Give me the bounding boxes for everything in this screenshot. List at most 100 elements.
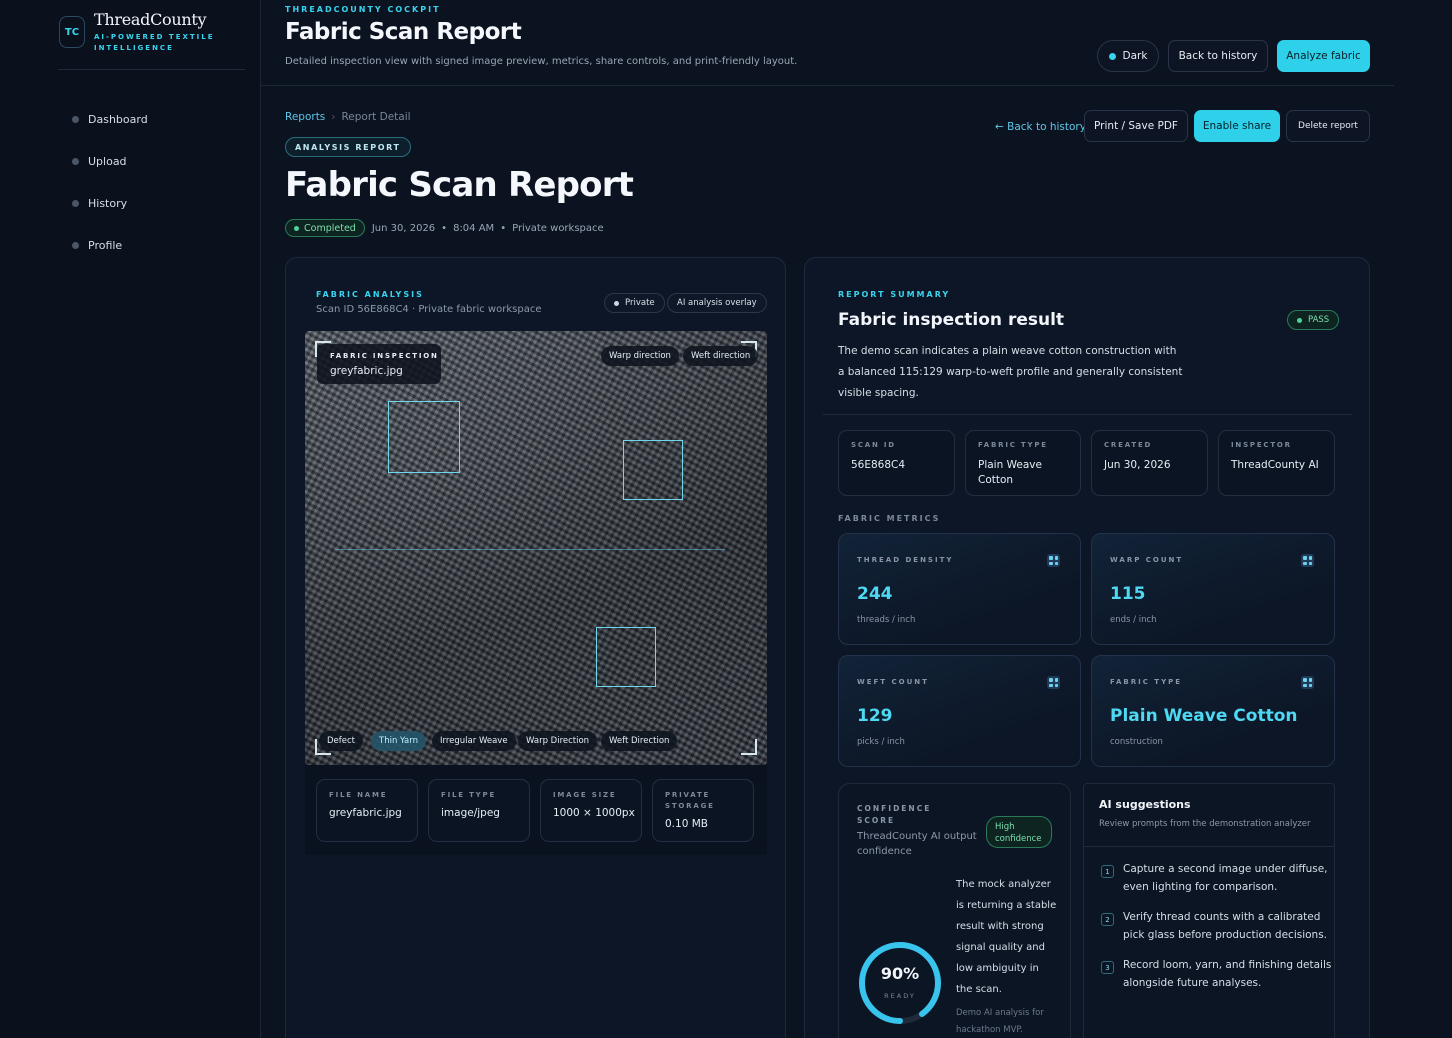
legend-irregular-weave[interactable]: Irregular Weave (432, 731, 516, 751)
grid-icon (1047, 554, 1060, 567)
file-info-key: PRIVATE STORAGE (665, 791, 715, 810)
grid-icon (1047, 676, 1060, 689)
legend-weft-direction[interactable]: Weft Direction (601, 731, 678, 751)
chip-label: Private (625, 298, 655, 308)
confidence-text-line: low ambiguity in (956, 963, 1039, 974)
divider (1084, 846, 1334, 847)
summary-value: Jun 30, 2026 (1104, 459, 1171, 471)
high-confidence-badge: High confidence (986, 816, 1052, 848)
step-number: 2 (1101, 913, 1114, 926)
sidebar-item-upload[interactable]: Upload (72, 140, 148, 182)
badge-line: confidence (995, 834, 1042, 844)
report-summary-label: REPORT SUMMARY (838, 290, 951, 299)
confidence-text-line: result with strong (956, 921, 1044, 932)
thin-yarn-box[interactable] (623, 440, 683, 500)
confidence-ready: READY (884, 992, 916, 1000)
confidence-sub: ThreadCounty AI output confidence (857, 829, 977, 859)
scan-id-line: Scan ID 56E868C4 · Private fabric worksp… (316, 304, 542, 315)
suggestion-line: even lighting for comparison. (1123, 881, 1278, 893)
theme-toggle-button[interactable]: Dark (1097, 40, 1159, 72)
back-to-history-button[interactable]: Back to history (1168, 40, 1268, 72)
ring-progress (859, 942, 941, 1024)
legend-thin-yarn[interactable]: Thin Yarn (371, 731, 426, 751)
legend-warp-direction[interactable]: Warp Direction (518, 731, 598, 751)
sidebar-item-history[interactable]: History (72, 182, 148, 224)
metric-unit: construction (1110, 737, 1163, 747)
report-meta: Completed Jun 30, 2026 • 8:04 AM • Private… (285, 219, 604, 237)
delete-report-button[interactable]: Delete report (1286, 110, 1370, 142)
brand[interactable]: TC ThreadCounty AI-POWERED TEXTILE INTEL… (58, 8, 245, 70)
status-label: Completed (304, 222, 356, 234)
summary-key: SCAN ID (851, 441, 896, 449)
summary-desc-line: visible spacing. (838, 387, 919, 399)
inspection-label: FABRIC INSPECTION (330, 352, 439, 360)
bullet: • (500, 222, 507, 234)
legend-defect[interactable]: Defect (319, 731, 364, 751)
weft-direction-line (335, 549, 725, 550)
confidence-note: Demo AI analysis for hackathon MVP. (956, 1005, 1044, 1038)
summary-key: CREATED (1104, 441, 1153, 449)
ai-overlay-chip[interactable]: AI analysis overlay (667, 293, 767, 313)
sidebar-item-profile[interactable]: Profile (72, 224, 148, 266)
divider (823, 414, 1352, 415)
weft-direction-tag: Weft direction (683, 346, 759, 366)
breadcrumb: Reports › Report Detail (285, 111, 411, 123)
confidence-note-line: hackathon MVP. (956, 1025, 1023, 1035)
metric-thread-density: THREAD DENSITY 244 threads / inch (838, 533, 1081, 645)
sidebar-item-dashboard[interactable]: Dashboard (72, 98, 148, 140)
summary-value: ThreadCounty AI (1231, 459, 1319, 471)
metric-key: WARP COUNT (1110, 556, 1184, 564)
brand-tagline: AI-POWERED TEXTILE INTELLIGENCE (94, 33, 215, 52)
dot-icon (614, 300, 619, 306)
fabric-image[interactable]: FABRIC INSPECTION greyfabric.jpg Warp di… (305, 331, 767, 765)
report-time: 8:04 AM (453, 222, 495, 234)
page-title: Fabric Scan Report (285, 165, 634, 205)
suggestions-sub: Review prompts from the demonstration an… (1099, 819, 1311, 829)
fabric-shade (305, 331, 767, 765)
header-subtitle: Detailed inspection view with signed ima… (285, 56, 798, 67)
dot-icon (72, 157, 79, 165)
confidence-ring (859, 942, 941, 1024)
summary-title: Fabric inspection result (838, 310, 1065, 330)
file-info-key: IMAGE SIZE (553, 791, 617, 799)
metric-value: 115 (1110, 584, 1146, 604)
summary-value: Plain Weave Cotton (978, 459, 1042, 486)
file-info-value: 0.10 MB (665, 818, 708, 830)
fabric-metrics-label: FABRIC METRICS (838, 514, 941, 523)
confidence-label-line: CONFIDENCE (857, 804, 932, 813)
sidebar-item-label: Dashboard (88, 112, 148, 126)
confidence-note-line: Demo AI analysis for (956, 1008, 1044, 1018)
defect-box[interactable] (388, 401, 460, 473)
print-save-pdf-button[interactable]: Print / Save PDF (1084, 110, 1188, 142)
file-info-key: FILE TYPE (441, 791, 497, 799)
back-to-history-link[interactable]: ← Back to history (995, 121, 1086, 133)
sidebar: TC ThreadCounty AI-POWERED TEXTILE INTEL… (0, 0, 261, 1038)
suggestion-line: Record loom, yarn, and finishing details (1123, 959, 1332, 971)
file-info-value: greyfabric.jpg (329, 807, 402, 819)
metric-value: 129 (857, 706, 893, 726)
brand-name: ThreadCounty (94, 10, 207, 29)
theme-dot-icon (1108, 52, 1116, 60)
sidebar-nav: Dashboard Upload History Profile (72, 98, 148, 266)
breadcrumb-current: Report Detail (341, 111, 411, 123)
private-chip[interactable]: Private (604, 293, 665, 313)
metric-weft-count: WEFT COUNT 129 picks / inch (838, 655, 1081, 767)
breadcrumb-reports-link[interactable]: Reports (285, 111, 325, 123)
metric-fabric-type: FABRIC TYPE Plain Weave Cotton construct… (1091, 655, 1335, 767)
sidebar-item-label: Profile (88, 238, 123, 252)
file-info-key: FILE NAME (329, 791, 388, 799)
file-type-box: FILE TYPE image/jpeg (428, 779, 530, 842)
step-number: 1 (1101, 865, 1114, 878)
bullet: • (441, 222, 448, 234)
metric-key: WEFT COUNT (857, 678, 929, 686)
sidebar-item-label: History (88, 196, 128, 210)
confidence-text-line: is returning a stable (956, 900, 1057, 911)
confidence-value: 90% (880, 964, 920, 983)
status-badge: Completed (285, 219, 365, 237)
summary-value: 56E868C4 (851, 459, 906, 471)
enable-share-button[interactable]: Enable share (1194, 110, 1280, 142)
analyze-fabric-button[interactable]: Analyze fabric (1277, 40, 1370, 72)
irregular-weave-box[interactable] (596, 627, 656, 687)
file-info-value: 1000 × 1000px (553, 807, 635, 819)
file-name-box: FILE NAME greyfabric.jpg (316, 779, 418, 842)
